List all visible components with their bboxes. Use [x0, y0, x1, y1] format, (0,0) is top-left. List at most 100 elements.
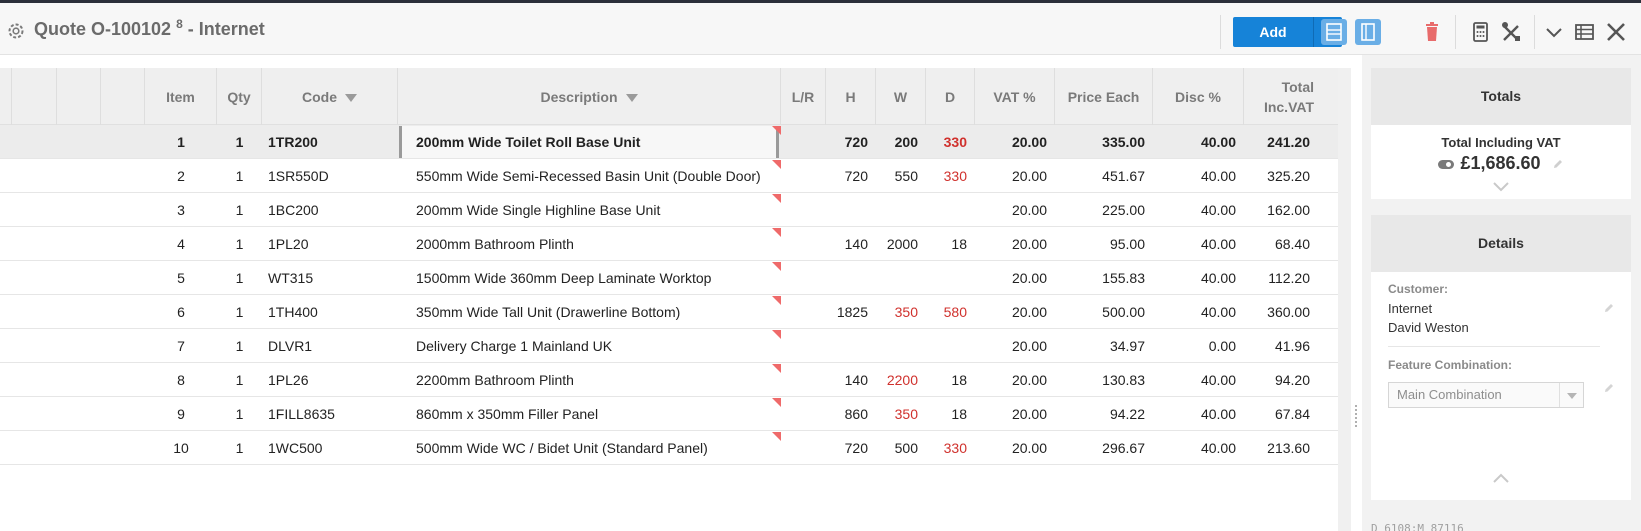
cell-code[interactable]: 1PL26 — [262, 363, 398, 397]
chevron-up-icon[interactable] — [1491, 472, 1511, 484]
cell-vat[interactable]: 20.00 — [975, 159, 1055, 193]
cell-qty[interactable]: 1 — [217, 431, 262, 465]
cell-disc[interactable]: 40.00 — [1153, 159, 1244, 193]
cell-total[interactable]: 67.84 — [1244, 397, 1324, 431]
totals-card-header[interactable]: Totals — [1371, 68, 1631, 125]
cell-description[interactable]: 1500mm Wide 360mm Deep Laminate Worktop — [398, 261, 781, 295]
cell-disc[interactable]: 40.00 — [1153, 193, 1244, 227]
cell-qty[interactable]: 1 — [217, 227, 262, 261]
cell-total[interactable]: 241.20 — [1244, 125, 1324, 159]
cell-vat[interactable]: 20.00 — [975, 397, 1055, 431]
cell-item[interactable]: 7 — [145, 329, 217, 363]
column-header-code[interactable]: Code — [262, 68, 398, 125]
table-row[interactable]: 1 1 1TR200 200mm Wide Toilet Roll Base Unit… — [0, 125, 1338, 159]
cell-h[interactable] — [826, 193, 876, 227]
table-row[interactable]: 8 1 1PL26 2200mm Bathroom Plinth 140 2200 18 20… — [0, 363, 1338, 397]
table-row[interactable]: 4 1 1PL20 2000mm Bathroom Plinth 140 2000 18 20… — [0, 227, 1338, 261]
column-header-disc[interactable]: Disc % — [1153, 68, 1244, 125]
cell-lr[interactable] — [781, 295, 826, 329]
cell-item[interactable]: 5 — [145, 261, 217, 295]
cell-code[interactable]: DLVR1 — [262, 329, 398, 363]
table-view-button[interactable] — [1570, 17, 1598, 47]
cell-description[interactable]: Delivery Charge 1 Mainland UK — [398, 329, 781, 363]
cell-lr[interactable] — [781, 125, 826, 159]
cell-lr[interactable] — [781, 193, 826, 227]
cell-vat[interactable]: 20.00 — [975, 295, 1055, 329]
column-header-d[interactable]: D — [926, 68, 975, 125]
comment-indicator-icon[interactable] — [772, 364, 781, 373]
cell-vat[interactable]: 20.00 — [975, 329, 1055, 363]
cell-vat[interactable]: 20.00 — [975, 193, 1055, 227]
column-header-vat[interactable]: VAT % — [975, 68, 1055, 125]
comment-indicator-icon[interactable] — [772, 194, 781, 203]
comment-indicator-icon[interactable] — [772, 228, 781, 237]
comment-indicator-icon[interactable] — [772, 262, 781, 271]
cell-total[interactable]: 213.60 — [1244, 431, 1324, 465]
cell-qty[interactable]: 1 — [217, 329, 262, 363]
cell-vat[interactable]: 20.00 — [975, 261, 1055, 295]
cell-item[interactable]: 9 — [145, 397, 217, 431]
cell-total[interactable]: 325.20 — [1244, 159, 1324, 193]
cell-d[interactable]: 330 — [926, 159, 975, 193]
column-header-description[interactable]: Description — [398, 68, 781, 125]
cell-total[interactable]: 68.40 — [1244, 227, 1324, 261]
grid-scrollbar[interactable] — [1338, 68, 1351, 531]
table-row[interactable]: 6 1 1TH400 350mm Wide Tall Unit (Drawerline… — [0, 295, 1338, 329]
table-row[interactable]: 9 1 1FILL8635 860mm x 350mm Filler Panel 860… — [0, 397, 1338, 431]
cell-lr[interactable] — [781, 363, 826, 397]
cell-qty[interactable]: 1 — [217, 159, 262, 193]
cell-w[interactable]: 500 — [876, 431, 926, 465]
table-row[interactable]: 2 1 1SR550D 550mm Wide Semi-Recessed Basin … — [0, 159, 1338, 193]
table-row[interactable]: 10 1 1WC500 500mm Wide WC / Bidet Unit (Sta… — [0, 431, 1338, 465]
cell-total[interactable]: 112.20 — [1244, 261, 1324, 295]
cell-d[interactable] — [926, 329, 975, 363]
cell-h[interactable]: 720 — [826, 431, 876, 465]
column-header-item[interactable]: Item — [145, 68, 217, 125]
cell-item[interactable]: 3 — [145, 193, 217, 227]
cell-qty[interactable]: 1 — [217, 125, 262, 159]
cell-d[interactable]: 18 — [926, 363, 975, 397]
comment-indicator-icon[interactable] — [772, 160, 781, 169]
cell-h[interactable]: 1825 — [826, 295, 876, 329]
filter-icon[interactable] — [625, 93, 638, 102]
cell-item[interactable]: 8 — [145, 363, 217, 397]
column-header-price-each[interactable]: Price Each — [1055, 68, 1153, 125]
cell-code[interactable]: WT315 — [262, 261, 398, 295]
pencil-icon[interactable] — [1603, 382, 1615, 394]
cell-description[interactable]: 860mm x 350mm Filler Panel — [398, 397, 781, 431]
comment-indicator-icon[interactable] — [772, 296, 781, 305]
cell-description[interactable]: 500mm Wide WC / Bidet Unit (Standard Pan… — [398, 431, 781, 465]
cell-disc[interactable]: 40.00 — [1153, 431, 1244, 465]
collapse-button[interactable] — [1540, 17, 1568, 47]
cell-d[interactable] — [926, 193, 975, 227]
cell-description[interactable]: 2000mm Bathroom Plinth — [398, 227, 781, 261]
cell-item[interactable]: 2 — [145, 159, 217, 193]
cell-w[interactable]: 550 — [876, 159, 926, 193]
cell-h[interactable] — [826, 329, 876, 363]
cell-disc[interactable]: 40.00 — [1153, 261, 1244, 295]
cell-disc[interactable]: 40.00 — [1153, 397, 1244, 431]
cell-price[interactable]: 335.00 — [1055, 125, 1153, 159]
cell-total[interactable]: 360.00 — [1244, 295, 1324, 329]
cell-lr[interactable] — [781, 431, 826, 465]
cell-lr[interactable] — [781, 261, 826, 295]
cell-disc[interactable]: 40.00 — [1153, 227, 1244, 261]
cell-description[interactable]: 200mm Wide Single Highline Base Unit — [398, 193, 781, 227]
cell-h[interactable]: 140 — [826, 363, 876, 397]
chevron-down-icon[interactable] — [1491, 181, 1511, 193]
comment-indicator-icon[interactable] — [772, 330, 781, 339]
cell-qty[interactable]: 1 — [217, 261, 262, 295]
cell-price[interactable]: 34.97 — [1055, 329, 1153, 363]
cell-item[interactable]: 4 — [145, 227, 217, 261]
calculator-button[interactable] — [1466, 17, 1494, 47]
cell-price[interactable]: 451.67 — [1055, 159, 1153, 193]
tools-button[interactable] — [1497, 17, 1525, 47]
cell-price[interactable]: 296.67 — [1055, 431, 1153, 465]
cell-d[interactable]: 330 — [926, 125, 975, 159]
splitter-handle[interactable] — [1353, 405, 1359, 431]
cell-disc[interactable]: 40.00 — [1153, 295, 1244, 329]
cell-code[interactable]: 1BC200 — [262, 193, 398, 227]
cell-qty[interactable]: 1 — [217, 397, 262, 431]
cell-price[interactable]: 500.00 — [1055, 295, 1153, 329]
door-button[interactable] — [1354, 17, 1382, 47]
